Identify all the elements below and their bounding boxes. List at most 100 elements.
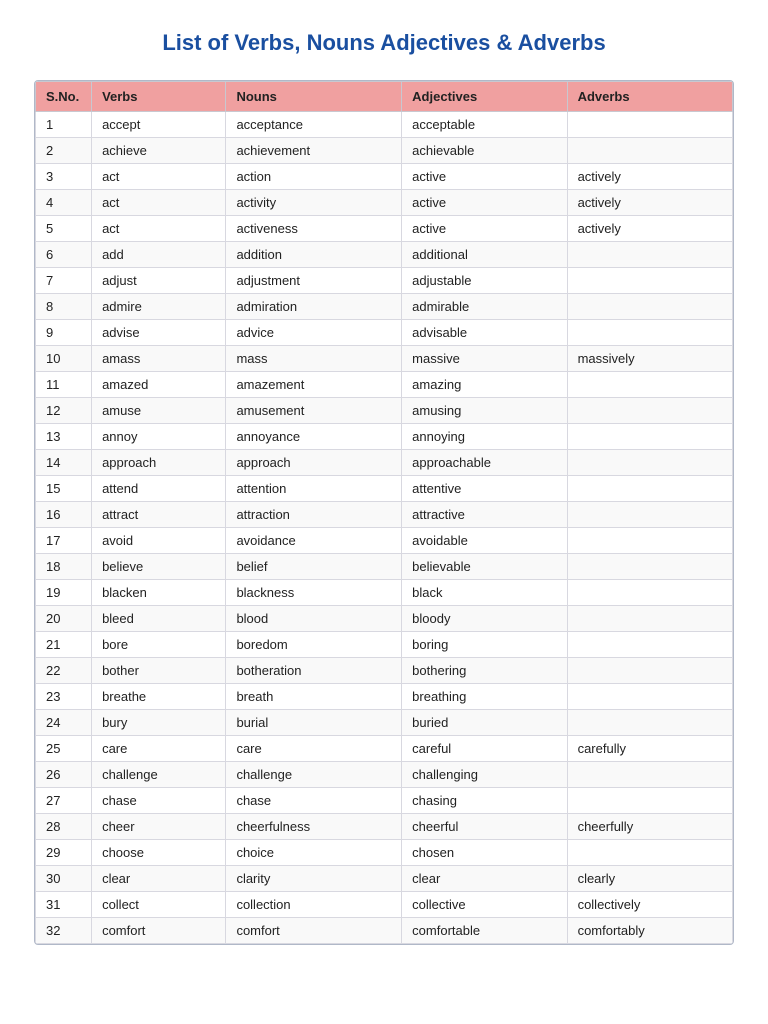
table-row: 4actactivityactiveactively bbox=[36, 190, 733, 216]
cell-verb: chase bbox=[92, 788, 226, 814]
cell-adjective: clear bbox=[402, 866, 567, 892]
cell-noun: burial bbox=[226, 710, 402, 736]
cell-noun: breath bbox=[226, 684, 402, 710]
cell-verb: comfort bbox=[92, 918, 226, 944]
cell-noun: blackness bbox=[226, 580, 402, 606]
cell-adjective: buried bbox=[402, 710, 567, 736]
cell-verb: blacken bbox=[92, 580, 226, 606]
cell-noun: comfort bbox=[226, 918, 402, 944]
cell-sno: 19 bbox=[36, 580, 92, 606]
table-row: 17avoidavoidanceavoidable bbox=[36, 528, 733, 554]
cell-adjective: advisable bbox=[402, 320, 567, 346]
cell-noun: approach bbox=[226, 450, 402, 476]
cell-noun: attraction bbox=[226, 502, 402, 528]
table-row: 26challengechallengechallenging bbox=[36, 762, 733, 788]
words-table: S.No. Verbs Nouns Adjectives Adverbs 1ac… bbox=[35, 81, 733, 944]
cell-verb: act bbox=[92, 190, 226, 216]
cell-sno: 18 bbox=[36, 554, 92, 580]
header-adverbs: Adverbs bbox=[567, 82, 732, 112]
cell-adverb bbox=[567, 554, 732, 580]
table-row: 13annoyannoyanceannoying bbox=[36, 424, 733, 450]
cell-adverb bbox=[567, 138, 732, 164]
cell-verb: breathe bbox=[92, 684, 226, 710]
table-row: 7adjustadjustmentadjustable bbox=[36, 268, 733, 294]
cell-adverb bbox=[567, 398, 732, 424]
cell-verb: bury bbox=[92, 710, 226, 736]
cell-sno: 4 bbox=[36, 190, 92, 216]
cell-noun: amusement bbox=[226, 398, 402, 424]
cell-adverb bbox=[567, 528, 732, 554]
cell-sno: 3 bbox=[36, 164, 92, 190]
cell-sno: 11 bbox=[36, 372, 92, 398]
cell-noun: challenge bbox=[226, 762, 402, 788]
cell-adjective: chasing bbox=[402, 788, 567, 814]
cell-sno: 15 bbox=[36, 476, 92, 502]
table-row: 12amuseamusementamusing bbox=[36, 398, 733, 424]
cell-adjective: acceptable bbox=[402, 112, 567, 138]
cell-verb: advise bbox=[92, 320, 226, 346]
cell-noun: attention bbox=[226, 476, 402, 502]
cell-noun: choice bbox=[226, 840, 402, 866]
table-row: 27chasechasechasing bbox=[36, 788, 733, 814]
cell-noun: chase bbox=[226, 788, 402, 814]
cell-verb: amazed bbox=[92, 372, 226, 398]
cell-noun: amazement bbox=[226, 372, 402, 398]
cell-verb: bleed bbox=[92, 606, 226, 632]
cell-adverb bbox=[567, 684, 732, 710]
table-row: 22botherbotherationbothering bbox=[36, 658, 733, 684]
table-row: 19blackenblacknessblack bbox=[36, 580, 733, 606]
cell-adverb: clearly bbox=[567, 866, 732, 892]
cell-sno: 20 bbox=[36, 606, 92, 632]
table-row: 20bleedbloodbloody bbox=[36, 606, 733, 632]
cell-adjective: massive bbox=[402, 346, 567, 372]
cell-adverb bbox=[567, 450, 732, 476]
cell-sno: 7 bbox=[36, 268, 92, 294]
cell-adverb bbox=[567, 606, 732, 632]
cell-sno: 17 bbox=[36, 528, 92, 554]
cell-adverb bbox=[567, 268, 732, 294]
cell-verb: attend bbox=[92, 476, 226, 502]
cell-adjective: believable bbox=[402, 554, 567, 580]
cell-adjective: black bbox=[402, 580, 567, 606]
cell-adjective: amusing bbox=[402, 398, 567, 424]
cell-adjective: cheerful bbox=[402, 814, 567, 840]
cell-verb: act bbox=[92, 216, 226, 242]
table-row: 6addadditionadditional bbox=[36, 242, 733, 268]
cell-verb: accept bbox=[92, 112, 226, 138]
cell-noun: advice bbox=[226, 320, 402, 346]
cell-adjective: annoying bbox=[402, 424, 567, 450]
cell-verb: achieve bbox=[92, 138, 226, 164]
cell-adverb bbox=[567, 242, 732, 268]
cell-sno: 31 bbox=[36, 892, 92, 918]
cell-sno: 1 bbox=[36, 112, 92, 138]
cell-adjective: collective bbox=[402, 892, 567, 918]
table-body: 1acceptacceptanceacceptable2achieveachie… bbox=[36, 112, 733, 944]
cell-noun: achievement bbox=[226, 138, 402, 164]
cell-verb: care bbox=[92, 736, 226, 762]
cell-adverb bbox=[567, 372, 732, 398]
cell-sno: 9 bbox=[36, 320, 92, 346]
cell-verb: bore bbox=[92, 632, 226, 658]
cell-noun: admiration bbox=[226, 294, 402, 320]
cell-sno: 14 bbox=[36, 450, 92, 476]
cell-adjective: challenging bbox=[402, 762, 567, 788]
cell-adverb: collectively bbox=[567, 892, 732, 918]
table-row: 31collectcollectioncollectivecollectivel… bbox=[36, 892, 733, 918]
cell-adjective: approachable bbox=[402, 450, 567, 476]
cell-sno: 2 bbox=[36, 138, 92, 164]
cell-sno: 5 bbox=[36, 216, 92, 242]
cell-verb: clear bbox=[92, 866, 226, 892]
cell-adjective: admirable bbox=[402, 294, 567, 320]
cell-adverb bbox=[567, 294, 732, 320]
cell-sno: 25 bbox=[36, 736, 92, 762]
cell-adverb bbox=[567, 476, 732, 502]
table-row: 29choosechoicechosen bbox=[36, 840, 733, 866]
table-row: 3actactionactiveactively bbox=[36, 164, 733, 190]
cell-adverb bbox=[567, 762, 732, 788]
header-verbs: Verbs bbox=[92, 82, 226, 112]
cell-noun: belief bbox=[226, 554, 402, 580]
table-row: 14approachapproachapproachable bbox=[36, 450, 733, 476]
cell-sno: 30 bbox=[36, 866, 92, 892]
cell-adjective: boring bbox=[402, 632, 567, 658]
cell-adjective: bothering bbox=[402, 658, 567, 684]
